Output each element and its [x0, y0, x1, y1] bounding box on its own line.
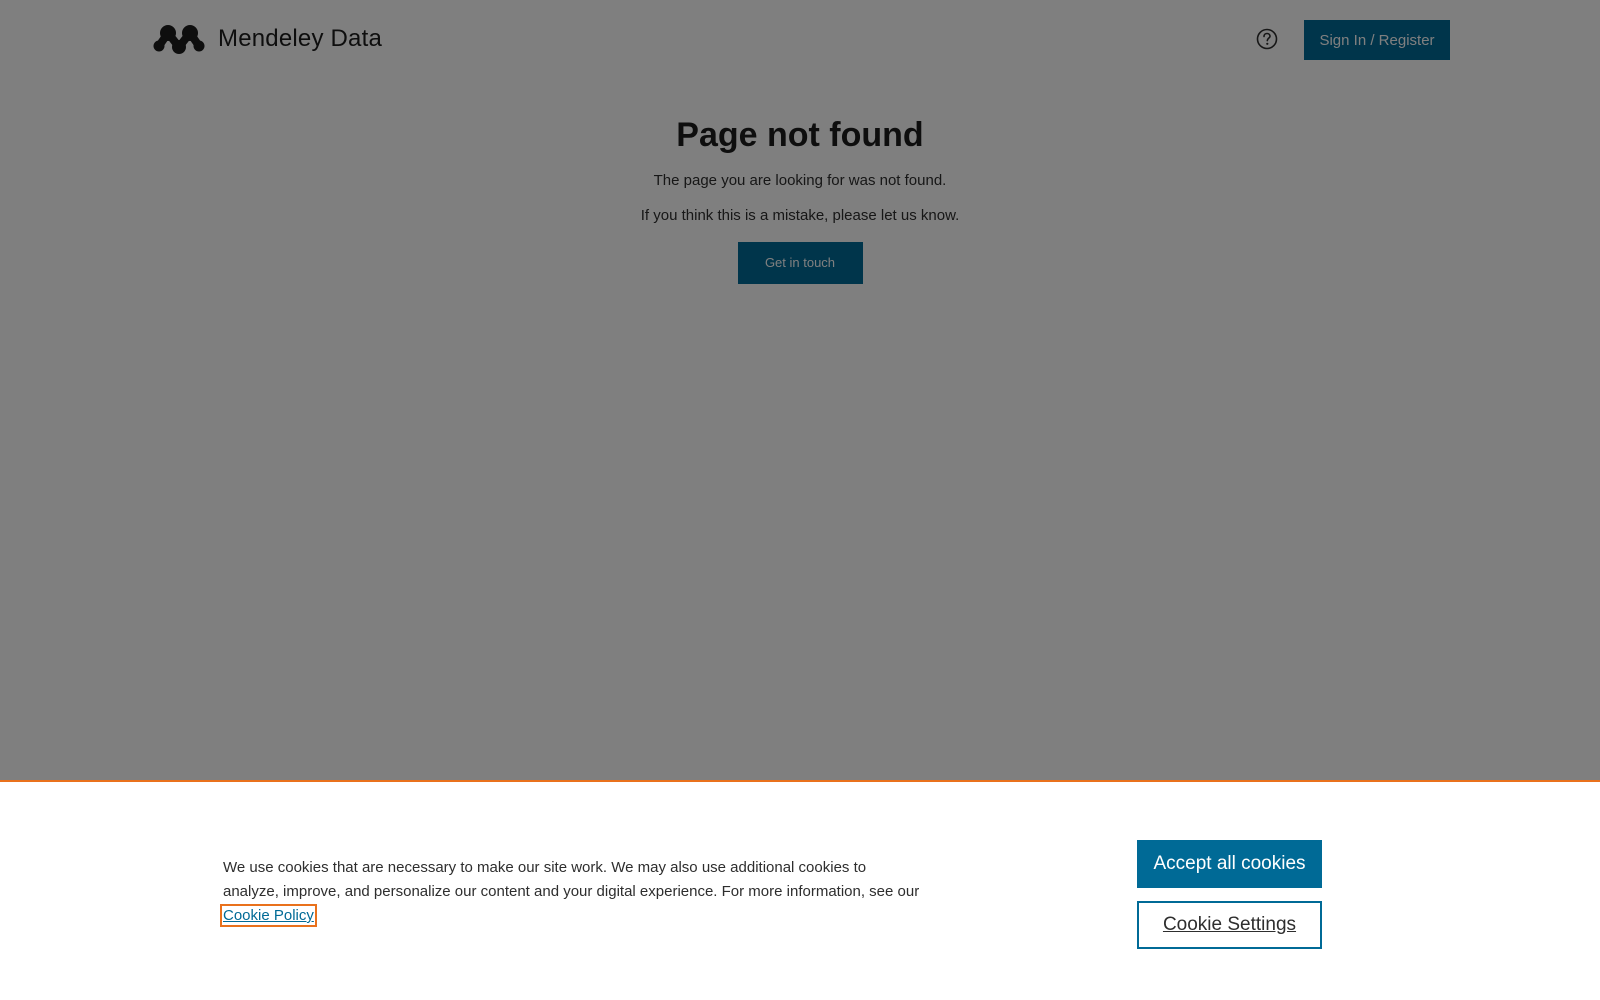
accept-all-cookies-button[interactable]: Accept all cookies [1137, 840, 1322, 888]
cookie-settings-button[interactable]: Cookie Settings [1137, 901, 1322, 949]
cookie-banner-text: We use cookies that are necessary to mak… [220, 856, 923, 928]
cookie-banner: We use cookies that are necessary to mak… [0, 780, 1600, 1000]
cookie-policy-link[interactable]: Cookie Policy [220, 904, 317, 927]
modal-overlay [0, 0, 1600, 780]
cookie-description: We use cookies that are necessary to mak… [223, 859, 920, 900]
